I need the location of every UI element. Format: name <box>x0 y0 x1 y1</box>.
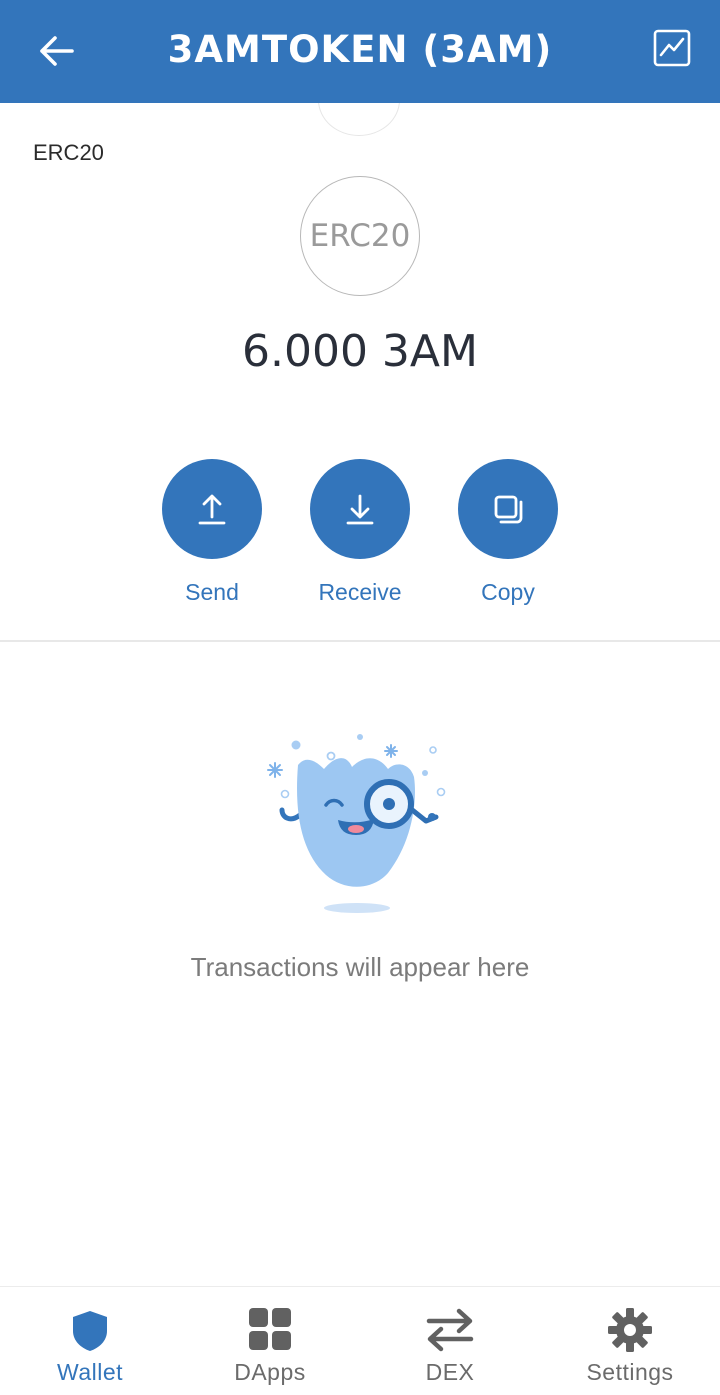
copy-label: Copy <box>481 579 535 605</box>
nav-item-dex[interactable]: DEX <box>360 1287 540 1395</box>
nav-label-settings: Settings <box>586 1359 674 1385</box>
section-divider <box>0 640 720 642</box>
shield-icon <box>73 1311 107 1351</box>
app-bar: 3AMTOKEN (3AM) <box>0 0 720 103</box>
price-chart-button[interactable] <box>652 28 692 68</box>
page-title: 3AMTOKEN (3AM) <box>167 28 553 71</box>
chart-line-icon <box>653 29 691 67</box>
empty-transactions-text: Transactions will appear here <box>190 952 530 982</box>
nav-item-dapps[interactable]: DApps <box>180 1287 360 1395</box>
receive-action[interactable]: Receive <box>310 459 410 605</box>
copy-icon <box>494 495 523 524</box>
copy-action[interactable]: Copy <box>458 459 558 605</box>
nav-label-dex: DEX <box>425 1359 475 1385</box>
copy-button[interactable] <box>458 459 558 559</box>
grid-icon <box>249 1308 291 1350</box>
nav-label-wallet: Wallet <box>56 1359 124 1385</box>
send-button[interactable] <box>162 459 262 559</box>
network-label: ERC20 <box>33 140 104 165</box>
bottom-navigation: Wallet DApps DEX Settings <box>0 1286 720 1395</box>
nav-label-dapps: DApps <box>234 1359 306 1385</box>
gear-icon <box>608 1308 652 1352</box>
receive-button[interactable] <box>310 459 410 559</box>
token-logo: ERC20 <box>300 176 420 296</box>
nav-item-wallet[interactable]: Wallet <box>0 1287 180 1395</box>
send-action[interactable]: Send <box>162 459 262 605</box>
mascot-magnifier-illustration <box>260 725 460 920</box>
token-balance: 6.000 3AM <box>241 326 478 377</box>
token-logo-text: ERC20 <box>309 218 411 254</box>
swap-arrows-icon <box>426 1308 474 1352</box>
nav-item-settings[interactable]: Settings <box>540 1287 720 1395</box>
download-icon <box>346 494 374 525</box>
upload-icon <box>198 494 226 525</box>
